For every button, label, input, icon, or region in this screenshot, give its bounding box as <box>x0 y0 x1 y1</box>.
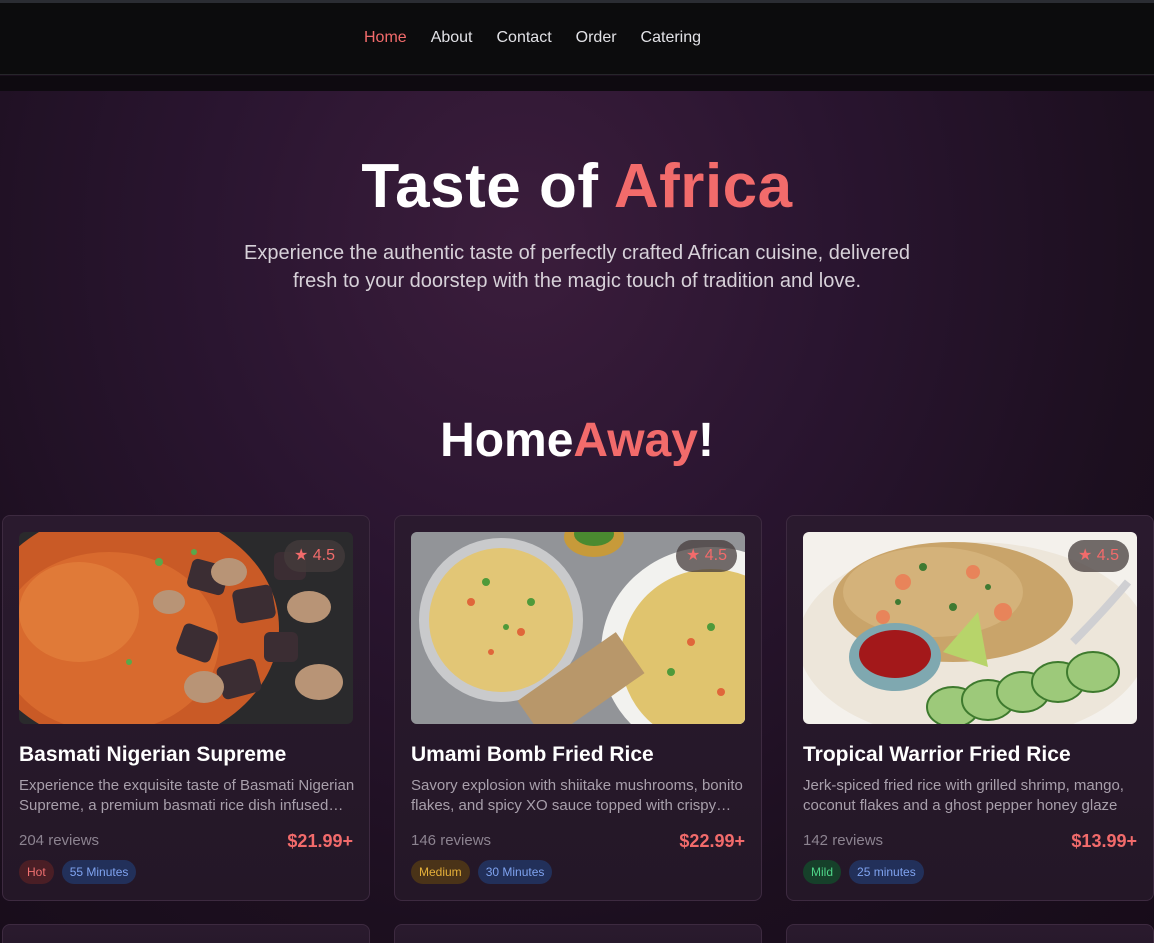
menu-card-partial[interactable] <box>394 924 762 943</box>
navbar: Home About Contact Order Catering <box>0 3 1154 75</box>
section-title-bang: ! <box>697 414 714 467</box>
nav-link-catering[interactable]: Catering <box>641 28 701 48</box>
menu-card[interactable]: ★ 4.5 Basmati Nigerian Supreme Experienc… <box>2 515 370 901</box>
section-title-home: Home <box>440 414 574 467</box>
prep-time-tag: 30 Minutes <box>477 860 553 884</box>
rating-badge: ★ 4.5 <box>283 540 345 572</box>
hero-title-main: Taste of <box>361 152 614 221</box>
nav-link-home[interactable]: Home <box>364 28 407 48</box>
hero-title-accent: Africa <box>613 152 793 221</box>
prep-time-tag: 25 minutes <box>849 860 924 884</box>
dish-price: $13.99+ <box>1071 831 1137 851</box>
review-count: 142 reviews <box>803 832 884 849</box>
nav-links: Home About Contact Order Catering <box>364 28 725 48</box>
review-count: 204 reviews <box>19 832 100 849</box>
dish-price: $21.99+ <box>287 831 353 851</box>
dish-title: Tropical Warrior Fried Rice <box>803 743 1071 766</box>
spice-level-tag: Medium <box>411 860 470 884</box>
prep-time-tag: 55 Minutes <box>61 860 137 884</box>
dish-tags: Hot 55 Minutes <box>19 860 137 884</box>
dish-price: $22.99+ <box>679 831 745 851</box>
menu-card[interactable]: ★ 4.5 Umami Bomb Fried Rice Savory explo… <box>394 515 762 901</box>
spice-level-tag: Hot <box>19 860 54 884</box>
menu-card[interactable]: ★ 4.5 Tropical Warrior Fried Rice Jerk-s… <box>786 515 1154 901</box>
menu-card-partial[interactable] <box>2 924 370 943</box>
dish-image: ★ 4.5 <box>19 532 353 724</box>
nav-link-about[interactable]: About <box>431 28 473 48</box>
dish-tags: Mild 25 minutes <box>803 860 924 884</box>
dish-tags: Medium 30 Minutes <box>411 860 553 884</box>
dish-description: Experience the exquisite taste of Basmat… <box>19 777 355 814</box>
hero-subtitle: Experience the authentic taste of perfec… <box>244 242 910 292</box>
section-title-away: Away <box>573 414 698 467</box>
dish-image: ★ 4.5 <box>411 532 745 724</box>
dish-image: ★ 4.5 <box>803 532 1137 724</box>
spice-level-tag: Mild <box>803 860 842 884</box>
dish-title: Umami Bomb Fried Rice <box>411 743 654 766</box>
nav-spacer <box>0 76 1154 91</box>
review-count: 146 reviews <box>411 832 492 849</box>
dish-description: Jerk-spiced fried rice with grilled shri… <box>803 777 1124 814</box>
hero-title: Taste of Africa <box>0 152 1154 222</box>
dish-description: Savory explosion with shiitake mushrooms… <box>411 777 743 814</box>
rating-badge: ★ 4.5 <box>1067 540 1129 572</box>
section-title: HomeAway! <box>0 412 1154 470</box>
rating-badge: ★ 4.5 <box>675 540 737 572</box>
dish-title: Basmati Nigerian Supreme <box>19 743 287 766</box>
nav-link-contact[interactable]: Contact <box>497 28 552 48</box>
nav-link-order[interactable]: Order <box>576 28 617 48</box>
menu-card-partial[interactable] <box>786 924 1154 943</box>
